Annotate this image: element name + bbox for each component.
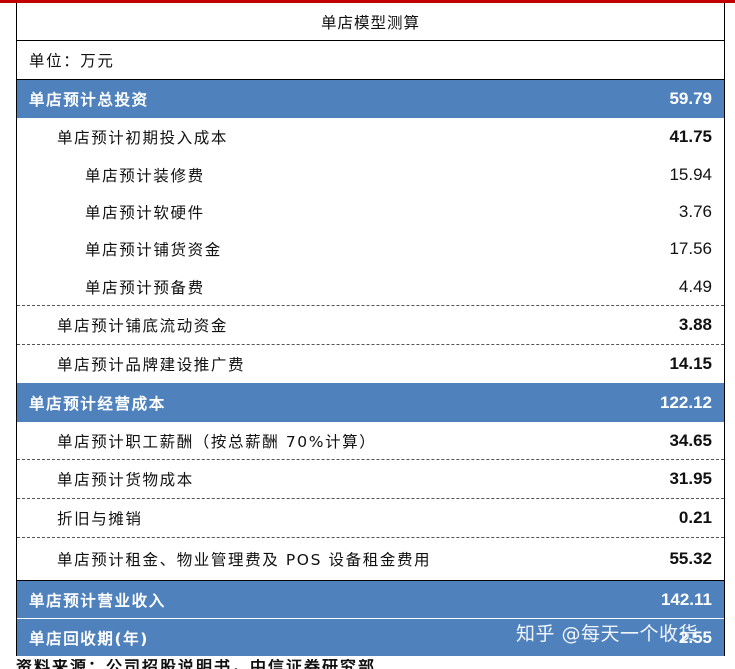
source-footnote-text: 资料来源：公司招股说明书，中信证券研究部 [16, 659, 377, 669]
row-label: 单店预计初期投入成本 [57, 129, 229, 147]
table-title-row: 单店模型测算 [17, 3, 724, 41]
table-row-goods-cost: 单店预计货物成本 31.95 [17, 460, 724, 499]
row-value: 41.75 [669, 127, 712, 146]
row-value: 14.15 [669, 354, 712, 373]
row-label: 折旧与摊销 [57, 510, 143, 528]
row-label: 单店预计经营成本 [29, 394, 166, 413]
row-label: 单店预计装修费 [85, 166, 205, 185]
table-row-stocking-fund: 单店预计铺货资金 17.56 [17, 230, 724, 268]
row-label: 单店预计软硬件 [85, 203, 205, 222]
row-value: 31.95 [669, 469, 712, 488]
row-label: 单店预计品牌建设推广费 [57, 356, 246, 374]
row-label: 单店预计职工薪酬（按总薪酬 70%计算） [57, 432, 377, 451]
row-label: 单店预计租金、物业管理费及 POS 设备租金费用 [57, 551, 432, 569]
row-value: 142.11 [660, 589, 712, 609]
table-row-working-capital: 单店预计铺底流动资金 3.88 [17, 306, 724, 345]
row-value: 59.79 [669, 89, 712, 108]
row-value: 4.49 [678, 276, 712, 296]
table-row-reserve-fee: 单店预计预备费 4.49 [17, 268, 724, 306]
unit-label: 单位：万元 [29, 52, 115, 70]
source-footnote: 资料来源：公司招股说明书，中信证券研究部 [0, 659, 735, 669]
table-row-revenue: 单店预计营业收入 142.11 [17, 581, 724, 619]
row-value: 122.12 [660, 392, 712, 412]
row-label: 单店回收期(年) [29, 629, 149, 648]
table-row-decoration: 单店预计装修费 15.94 [17, 156, 724, 193]
table-row-initial-cost: 单店预计初期投入成本 41.75 [17, 118, 724, 156]
row-label: 单店预计货物成本 [57, 471, 194, 489]
table-row-hardware-software: 单店预计软硬件 3.76 [17, 193, 724, 230]
table-title: 单店模型测算 [320, 13, 420, 32]
row-label: 单店预计铺货资金 [85, 241, 222, 259]
row-label: 单店预计营业收入 [29, 591, 166, 610]
table-row-depreciation: 折旧与摊销 0.21 [17, 499, 724, 538]
row-label: 单店预计总投资 [29, 91, 149, 109]
row-value: 17.56 [669, 239, 712, 258]
table-row-rent-fees: 单店预计租金、物业管理费及 POS 设备租金费用 55.32 [17, 538, 724, 581]
store-model-table: 单店模型测算 单位：万元 单店预计总投资 59.79 单店预计初期投入成本 41… [16, 3, 725, 656]
row-value: 3.88 [678, 315, 712, 334]
zhihu-watermark: 知乎 @每天一个收货 [516, 623, 699, 645]
row-value: 55.32 [669, 549, 712, 568]
unit-row: 单位：万元 [17, 41, 724, 80]
row-label: 单店预计铺底流动资金 [57, 317, 229, 335]
table-row-total-investment: 单店预计总投资 59.79 [17, 80, 724, 118]
row-label: 单店预计预备费 [85, 278, 205, 297]
row-value: 15.94 [669, 164, 712, 184]
table-row-brand-promotion: 单店预计品牌建设推广费 14.15 [17, 345, 724, 383]
row-value: 0.21 [678, 508, 712, 527]
row-value: 34.65 [669, 430, 712, 450]
table-row-operating-cost: 单店预计经营成本 122.12 [17, 383, 724, 422]
table-row-staff-salary: 单店预计职工薪酬（按总薪酬 70%计算） 34.65 [17, 422, 724, 460]
row-value: 3.76 [678, 201, 712, 221]
